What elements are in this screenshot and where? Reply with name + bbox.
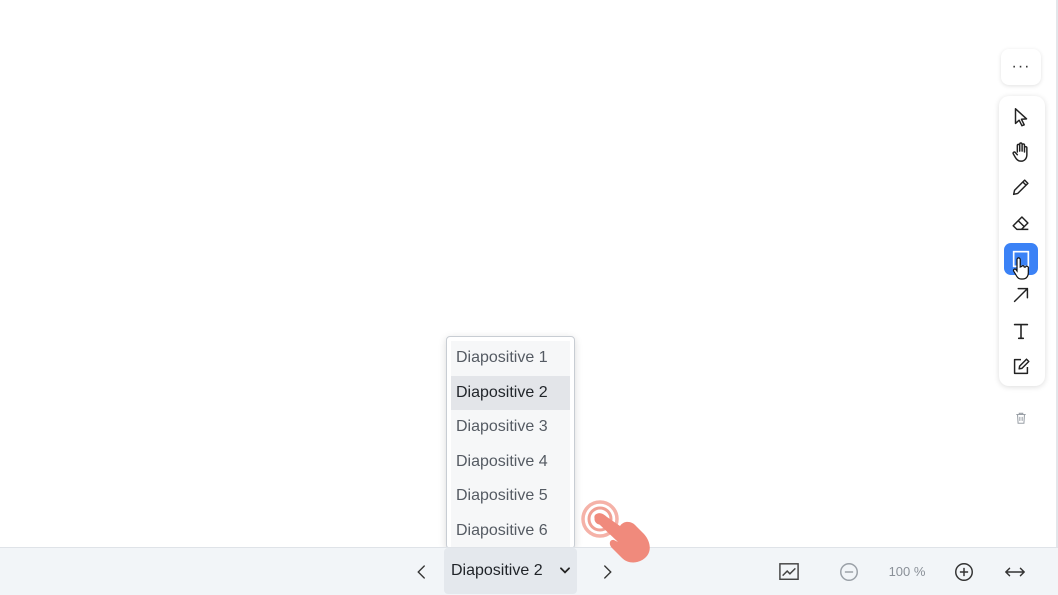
zoom-level: 100 % bbox=[888, 564, 926, 579]
chart-view-button[interactable] bbox=[776, 559, 802, 585]
slide-dropdown-list: Diapositive 1 Diapositive 2 Diapositive … bbox=[446, 336, 575, 549]
tool-eraser[interactable] bbox=[1004, 207, 1038, 239]
slide-option[interactable]: Diapositive 6 bbox=[451, 513, 570, 548]
previous-slide-button[interactable] bbox=[408, 558, 436, 586]
slide-option[interactable]: Diapositive 4 bbox=[451, 444, 570, 479]
tool-note[interactable] bbox=[1004, 351, 1038, 383]
hand-icon bbox=[1012, 142, 1028, 162]
zoom-in-button[interactable] bbox=[951, 559, 977, 585]
tool-palette bbox=[999, 96, 1045, 386]
slide-option[interactable]: Diapositive 5 bbox=[451, 479, 570, 514]
slide-select-value: Diapositive 2 bbox=[451, 562, 543, 579]
chevron-down-icon bbox=[560, 567, 570, 574]
tapping-hand-icon bbox=[581, 500, 650, 563]
note-edit-icon bbox=[1013, 358, 1030, 375]
chevron-left-icon bbox=[417, 565, 425, 579]
mouse-cursor bbox=[1011, 257, 1031, 286]
tool-select[interactable] bbox=[1004, 101, 1038, 133]
pointer-icon bbox=[1014, 108, 1028, 127]
fit-width-icon bbox=[1005, 567, 1025, 577]
eraser-icon bbox=[1012, 216, 1029, 231]
pencil-icon bbox=[1012, 179, 1029, 196]
zoom-out-icon bbox=[840, 563, 858, 581]
tool-pan[interactable] bbox=[1004, 136, 1038, 168]
slide-select[interactable]: Diapositive 2 bbox=[444, 548, 577, 594]
touch-indicator bbox=[578, 498, 656, 569]
trash-icon bbox=[1016, 412, 1026, 424]
slide-option[interactable]: Diapositive 3 bbox=[451, 410, 570, 445]
tool-text[interactable] bbox=[1004, 315, 1038, 347]
line-chart-icon bbox=[779, 563, 799, 580]
bottom-bar: Diapositive 2 100 % bbox=[0, 547, 1058, 595]
zoom-out-button[interactable] bbox=[836, 559, 862, 585]
text-icon bbox=[1013, 323, 1029, 340]
zoom-in-icon bbox=[955, 563, 973, 581]
fit-width-button[interactable] bbox=[1002, 559, 1028, 585]
tool-pencil[interactable] bbox=[1004, 171, 1038, 203]
pointing-hand-cursor-icon bbox=[1012, 257, 1029, 280]
slide-option[interactable]: Diapositive 1 bbox=[451, 341, 570, 376]
more-options-button[interactable]: ··· bbox=[1001, 49, 1041, 85]
slide-option-selected[interactable]: Diapositive 2 bbox=[451, 375, 570, 410]
arrow-icon bbox=[1013, 287, 1029, 303]
delete-button[interactable] bbox=[1010, 407, 1032, 429]
